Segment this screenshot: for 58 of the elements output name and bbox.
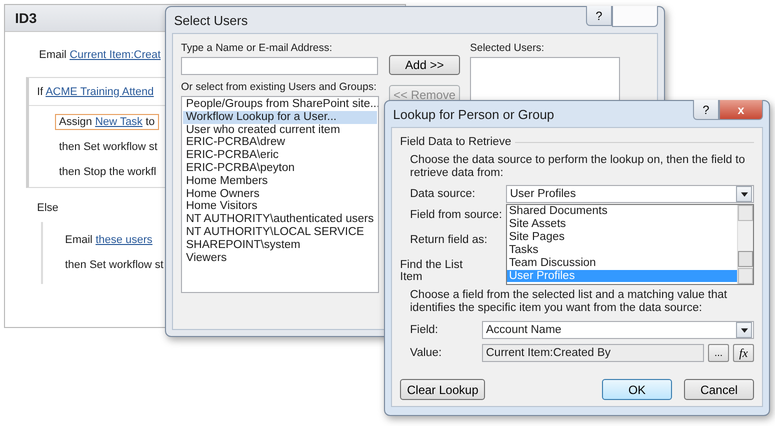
workflow-step[interactable]: Email Current Item:Creat <box>35 47 165 63</box>
list-label: Selected Users: <box>470 42 544 54</box>
dropdown-option[interactable]: Site Pages <box>507 230 737 244</box>
list-item[interactable]: Home Visitors <box>183 200 377 214</box>
link[interactable]: New Task <box>95 116 143 128</box>
scrollbar[interactable] <box>737 205 753 284</box>
list-item[interactable]: Home Owners <box>183 188 377 200</box>
workflow-step[interactable]: If ACME Training Attend <box>33 84 158 99</box>
formula-button[interactable]: fx <box>733 344 754 362</box>
workflow-step[interactable]: Email these users <box>61 232 156 248</box>
workflow-step[interactable]: then Set workflow st <box>55 139 162 155</box>
input-field[interactable]: Current Item:Created By <box>482 344 704 362</box>
link[interactable]: these users <box>96 234 152 246</box>
list-label: Or select from existing Users and Groups: <box>181 81 376 93</box>
dialog-button[interactable]: OK <box>602 379 672 400</box>
field-label: Type a Name or E-mail Address: <box>181 42 332 54</box>
dropdown-option[interactable]: Team Discussion <box>507 256 737 270</box>
description-text: Choose a field from the selected list and a matching value that identifies the specific item you want from the data source: <box>410 289 728 315</box>
dialog-button[interactable]: Cancel <box>684 379 754 400</box>
dialog-button[interactable]: Clear Lookup <box>400 379 486 400</box>
help-button[interactable]: ? <box>586 6 612 26</box>
window-title: Lookup for Person or Group <box>393 106 556 122</box>
browse-button[interactable]: ... <box>708 344 729 362</box>
link[interactable]: ACME Training Attend <box>46 86 154 98</box>
list-item[interactable]: ERIC-PCRBA\eric <box>183 149 377 162</box>
workflow-step[interactable]: Else <box>33 200 62 216</box>
section-heading: Find the List Item <box>400 259 464 283</box>
window-title: Select Users <box>174 12 249 28</box>
list-item[interactable]: Home Members <box>183 174 377 188</box>
field-label: Field: <box>410 323 440 336</box>
list-item[interactable]: User who created current item <box>183 124 377 136</box>
list-item[interactable]: ERIC-PCRBA\peyton <box>183 162 377 175</box>
list-item[interactable]: NT AUTHORITY\LOCAL SERVICE <box>183 226 377 239</box>
field-label: Value: <box>410 346 443 359</box>
workflow-step[interactable]: Assign New Task to <box>55 114 159 130</box>
dropdown-option[interactable]: Site Assets <box>507 218 737 231</box>
list-item[interactable]: ERIC-PCRBA\drew <box>183 136 377 150</box>
list-item[interactable]: SHAREPOINT\system <box>183 238 377 252</box>
workflow-step[interactable]: then Set workflow st <box>61 257 168 273</box>
caret-icon <box>740 192 748 196</box>
input-field[interactable] <box>181 57 378 75</box>
description-text: Choose the data source to perform the lookup on, then the field to retrieve data from: <box>410 154 746 180</box>
data-source-dropdown[interactable]: User Profiles <box>506 185 754 203</box>
help-button[interactable]: ? <box>693 100 719 120</box>
dropdown-option[interactable]: Tasks <box>507 244 737 257</box>
list-item[interactable]: NT AUTHORITY\authenticated users <box>183 213 377 226</box>
section-heading: Field Data to Retrieve <box>400 136 512 148</box>
field-dropdown[interactable]: Account Name <box>482 321 754 339</box>
add-button[interactable]: Add >> <box>389 55 460 75</box>
link[interactable]: Current Item:Creat <box>70 49 161 61</box>
field-label: Return field as: <box>410 233 488 246</box>
workflow-step[interactable]: then Stop the workfl <box>55 164 160 180</box>
dropdown-option[interactable]: Shared Documents <box>507 205 737 218</box>
list-item[interactable]: Viewers <box>183 252 377 264</box>
caret-icon <box>740 328 748 332</box>
field-label: Field from source: <box>410 208 504 221</box>
list-item[interactable]: Workflow Lookup for a User... <box>183 110 377 124</box>
field-label: Data source: <box>410 187 476 200</box>
